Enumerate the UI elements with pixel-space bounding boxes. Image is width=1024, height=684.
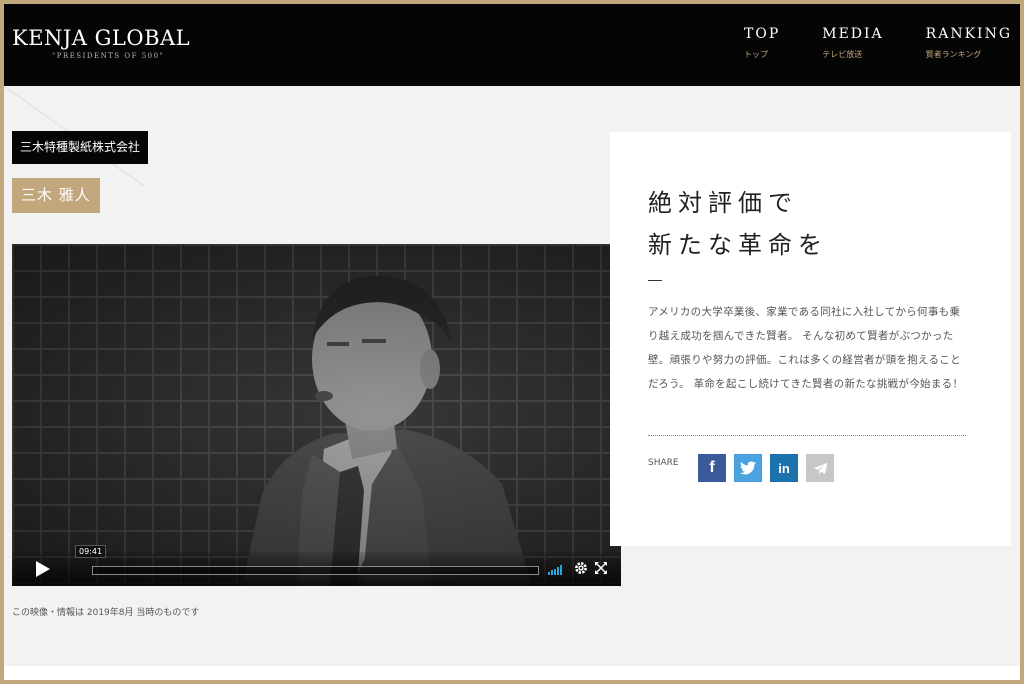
page-frame: KENJA GLOBAL "PRESIDENTS OF 500" TOP トップ… bbox=[4, 4, 1020, 680]
video-duration: 09:41 bbox=[75, 545, 107, 558]
nav-label-jp: 賢者ランキング bbox=[925, 50, 982, 59]
telegram-icon bbox=[813, 462, 827, 474]
article-description: アメリカの大学卒業後、家業である同社に入社してから何事も乗り越え成功を掴んできた… bbox=[648, 306, 964, 390]
video-progress-bar[interactable] bbox=[92, 566, 539, 575]
share-label: SHARE bbox=[648, 458, 679, 468]
bottom-white-strip bbox=[4, 666, 1020, 680]
video-vignette bbox=[12, 244, 621, 586]
nav-label-en: RANKING bbox=[925, 26, 1012, 42]
fullscreen-icon[interactable] bbox=[595, 562, 607, 574]
nav-label-en: TOP bbox=[744, 26, 781, 42]
logo-subtitle: "PRESIDENTS OF 500" bbox=[52, 52, 165, 60]
logo-title: KENJA GLOBAL bbox=[12, 26, 191, 50]
telegram-share-button[interactable] bbox=[806, 454, 834, 482]
headline-divider bbox=[648, 280, 662, 281]
headline-line-2: 新たな革命を bbox=[648, 231, 828, 259]
facebook-icon: f bbox=[709, 459, 715, 476]
site-logo[interactable]: KENJA GLOBAL "PRESIDENTS OF 500" bbox=[12, 26, 190, 60]
nav-item-ranking[interactable]: RANKING 賢者ランキング bbox=[926, 26, 1012, 60]
linkedin-share-button[interactable]: in bbox=[770, 454, 798, 482]
linkedin-icon: in bbox=[778, 460, 790, 476]
video-caption: この映像・情報は 2019年8月 当時のものです bbox=[12, 608, 200, 618]
headline-line-1: 絶対評価で bbox=[648, 189, 798, 217]
main-nav: TOP トップ MEDIA テレビ放送 RANKING 賢者ランキング bbox=[702, 26, 1012, 60]
dotted-divider bbox=[648, 435, 966, 436]
nav-item-media[interactable]: MEDIA テレビ放送 bbox=[822, 26, 883, 60]
article-headline: 絶対評価で 新たな革命を bbox=[648, 182, 828, 266]
twitter-icon bbox=[740, 461, 756, 475]
play-icon[interactable] bbox=[36, 561, 50, 577]
facebook-share-button[interactable]: f bbox=[698, 454, 726, 482]
twitter-share-button[interactable] bbox=[734, 454, 762, 482]
nav-label-jp: トップ bbox=[744, 50, 768, 59]
settings-gear-icon[interactable] bbox=[574, 561, 588, 575]
nav-label-jp: テレビ放送 bbox=[822, 50, 863, 59]
article-card: 絶対評価で 新たな革命を アメリカの大学卒業後、家業である同社に入社してから何事… bbox=[610, 132, 1011, 546]
video-player[interactable]: 09:41 bbox=[12, 244, 621, 586]
video-controls: 09:41 bbox=[12, 545, 621, 586]
site-header: KENJA GLOBAL "PRESIDENTS OF 500" TOP トップ… bbox=[4, 4, 1020, 86]
nav-label-en: MEDIA bbox=[822, 26, 884, 42]
company-name-label: 三木特種製紙株式会社 bbox=[12, 131, 149, 164]
nav-item-top[interactable]: TOP トップ bbox=[744, 26, 780, 60]
person-name-label: 三木 雅人 bbox=[12, 178, 100, 213]
volume-icon[interactable] bbox=[548, 565, 563, 575]
